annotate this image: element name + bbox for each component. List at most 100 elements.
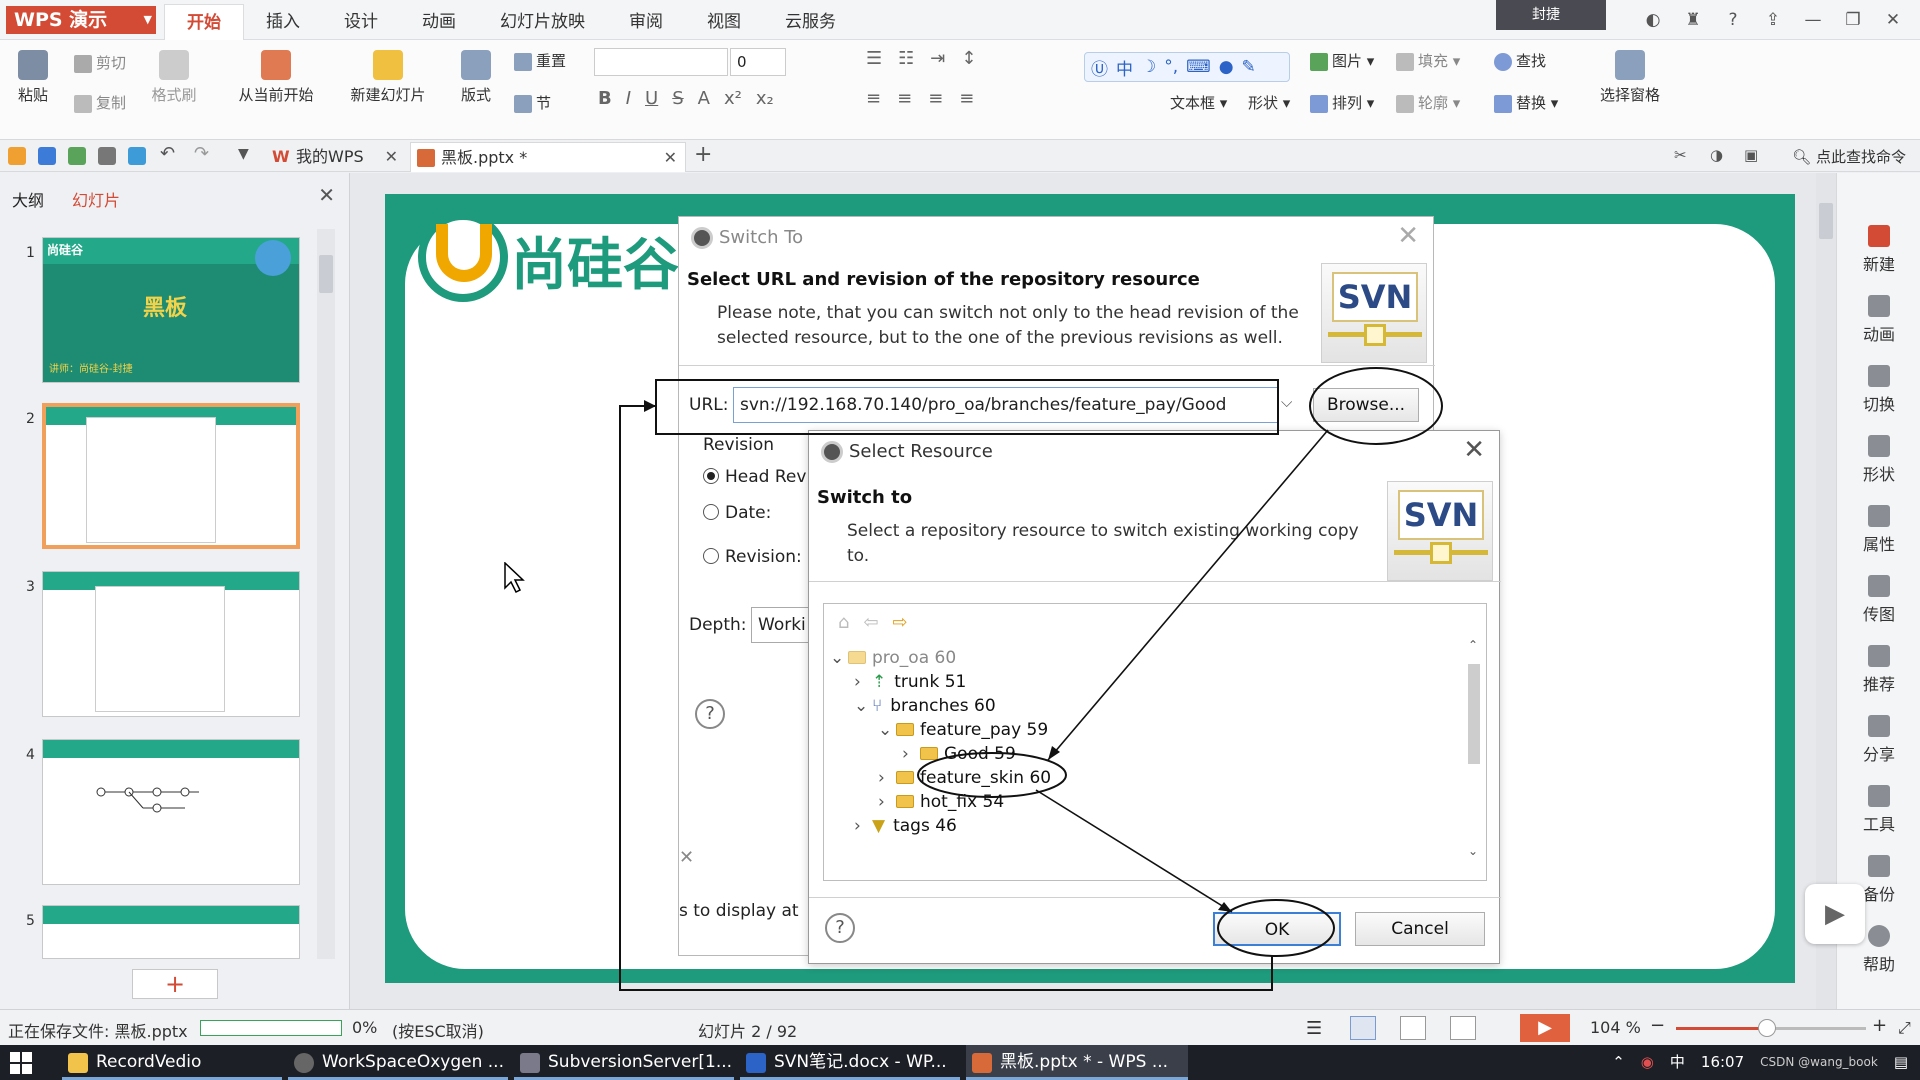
find-button[interactable]: 查找	[1494, 50, 1546, 71]
tree-scrollbar[interactable]: ⌃ ⌄	[1466, 638, 1482, 858]
windows-start-icon[interactable]	[10, 1052, 32, 1074]
zoom-level[interactable]: 104 %	[1590, 1018, 1641, 1037]
tree-node-good[interactable]: › Good 59	[902, 744, 1016, 764]
upload-picture-button[interactable]: 传图	[1837, 575, 1920, 625]
tab-review[interactable]: 审阅	[607, 4, 685, 40]
skin-icon[interactable]: ◑	[1710, 146, 1723, 164]
replace-button[interactable]: 替换 ▾	[1494, 92, 1558, 113]
close-icon[interactable]: ✕	[664, 143, 677, 173]
panel-scrollbar[interactable]	[317, 229, 335, 959]
chevron-down-icon[interactable]: ▼	[238, 146, 256, 164]
collapse-icon[interactable]: ›	[878, 792, 896, 812]
tree-node-branches[interactable]: ⌄ ⑂ branches 60	[854, 696, 996, 716]
zoom-knob[interactable]	[1758, 1019, 1777, 1037]
scroll-thumb[interactable]	[1819, 203, 1833, 239]
transition-button[interactable]: 切换	[1837, 365, 1920, 415]
minimize-icon[interactable]: —	[1796, 6, 1830, 34]
task-blackboard-pptx[interactable]: 黑板.pptx * - WPS ...	[966, 1045, 1188, 1080]
add-tab-icon[interactable]: +	[694, 142, 712, 167]
doc-tab-mywps[interactable]: W 我的WPS ✕	[266, 142, 406, 172]
scroll-up-icon[interactable]: ⌃	[1468, 638, 1478, 652]
chevron-down-icon[interactable]: ⌵	[1281, 393, 1292, 411]
expand-icon[interactable]: ⌄	[830, 648, 848, 668]
close-icon[interactable]: ✕	[679, 847, 694, 868]
slide-thumbnail-5[interactable]	[42, 905, 300, 959]
zoom-slider[interactable]	[1676, 1019, 1866, 1037]
recommend-button[interactable]: 推荐	[1837, 645, 1920, 695]
doc-tab-blackboard[interactable]: 黑板.pptx * ✕	[410, 142, 686, 172]
expand-icon[interactable]: ⌄	[854, 696, 872, 716]
format-painter-button[interactable]: 格式刷	[146, 50, 202, 105]
zoom-in-icon[interactable]: +	[1872, 1015, 1887, 1036]
textbox-button[interactable]: 文本框 ▾	[1170, 92, 1227, 113]
tab-design[interactable]: 设计	[322, 4, 400, 40]
notes-icon[interactable]: ☰	[1306, 1018, 1322, 1039]
pin-icon[interactable]: ▣	[1744, 146, 1758, 164]
italic-icon[interactable]: I	[626, 88, 631, 109]
print-icon[interactable]	[98, 147, 116, 165]
restore-ribbon-icon[interactable]: ⇪	[1756, 6, 1790, 34]
open-folder-icon[interactable]	[8, 147, 26, 165]
from-current-button[interactable]: 从当前开始	[226, 50, 326, 105]
tab-outline[interactable]: 大纲	[12, 187, 44, 211]
align-left-icon[interactable]: ≡	[866, 88, 881, 109]
add-slide-button[interactable]: +	[132, 969, 218, 999]
indent-icon[interactable]: ⇥	[930, 48, 945, 69]
slide-thumbnail-3[interactable]	[42, 571, 300, 717]
new-button[interactable]: 新建	[1837, 225, 1920, 275]
recorder-float-button[interactable]: ▶	[1805, 884, 1865, 944]
undo-icon[interactable]: ↶	[160, 143, 178, 164]
ime-toolbar[interactable]: Ⓤ 中 ☽ °, ⌨ ● ✎	[1084, 52, 1290, 82]
export-icon[interactable]	[68, 147, 86, 165]
close-icon[interactable]: ✕	[318, 183, 335, 207]
tool-icon[interactable]: ✂	[1674, 146, 1687, 164]
font-family-select[interactable]	[594, 48, 728, 76]
preview-icon[interactable]	[128, 147, 146, 165]
select-pane-button[interactable]: 选择窗格	[1592, 50, 1668, 105]
bullets-icon[interactable]: ☰	[866, 48, 882, 69]
cancel-button[interactable]: Cancel	[1355, 912, 1485, 946]
align-right-icon[interactable]: ≡	[928, 88, 943, 109]
tree-node-feature-skin[interactable]: › feature_skin 60	[878, 768, 1051, 788]
superscript-icon[interactable]: x²	[724, 88, 742, 109]
tab-view[interactable]: 视图	[685, 4, 763, 40]
revision-radio[interactable]: Revision:	[703, 547, 802, 567]
scroll-thumb[interactable]	[1468, 664, 1480, 764]
close-icon[interactable]: ✕	[1876, 6, 1910, 34]
new-slide-button[interactable]: 新建幻灯片	[338, 50, 438, 105]
shape-button[interactable]: 形状 ▾	[1248, 92, 1290, 113]
fit-window-icon[interactable]: ⤢	[1898, 1018, 1911, 1038]
arrange-button[interactable]: 排列 ▾	[1310, 92, 1374, 113]
shirt-icon[interactable]: ♜	[1676, 6, 1710, 34]
subscript-icon[interactable]: x₂	[756, 88, 774, 109]
section-button[interactable]: 节	[514, 92, 551, 113]
numbering-icon[interactable]: ☷	[898, 48, 914, 69]
sorter-view-icon[interactable]	[1400, 1016, 1426, 1040]
tab-slides[interactable]: 幻灯片	[72, 187, 120, 211]
close-icon[interactable]: ✕	[1463, 435, 1485, 465]
tree-node-tags[interactable]: › ▼ tags 46	[854, 816, 957, 836]
fill-button[interactable]: 填充 ▾	[1396, 50, 1460, 71]
properties-button[interactable]: 属性	[1837, 505, 1920, 555]
redo-icon[interactable]: ↷	[194, 143, 212, 164]
normal-view-icon[interactable]	[1350, 1016, 1376, 1040]
tools-button[interactable]: 工具	[1837, 785, 1920, 835]
line-spacing-icon[interactable]: ↕	[961, 48, 976, 69]
help-icon[interactable]: ?	[695, 699, 725, 729]
date-radio[interactable]: Date:	[703, 503, 771, 523]
tab-home[interactable]: 开始	[164, 4, 244, 40]
zoom-out-icon[interactable]: −	[1650, 1015, 1665, 1036]
task-oxygen[interactable]: WorkSpaceOxygen ...	[288, 1045, 508, 1080]
share-button[interactable]: 分享	[1837, 715, 1920, 765]
tree-node-pro-oa[interactable]: ⌄ pro_oa 60	[830, 648, 956, 668]
collapse-icon[interactable]: ›	[902, 744, 920, 764]
underline-icon[interactable]: U	[645, 88, 658, 109]
slide-thumbnail-2[interactable]	[42, 403, 300, 549]
picture-button[interactable]: 图片 ▾	[1310, 50, 1374, 71]
help-icon[interactable]: ?	[1716, 6, 1750, 34]
reset-button[interactable]: 重置	[514, 50, 566, 71]
wps-app-menu[interactable]: WPS 演示 ▼	[6, 6, 156, 34]
copy-button[interactable]: 复制	[74, 92, 126, 113]
back-icon[interactable]: ⇦	[863, 612, 878, 633]
user-account[interactable]: 封捷	[1496, 0, 1606, 30]
